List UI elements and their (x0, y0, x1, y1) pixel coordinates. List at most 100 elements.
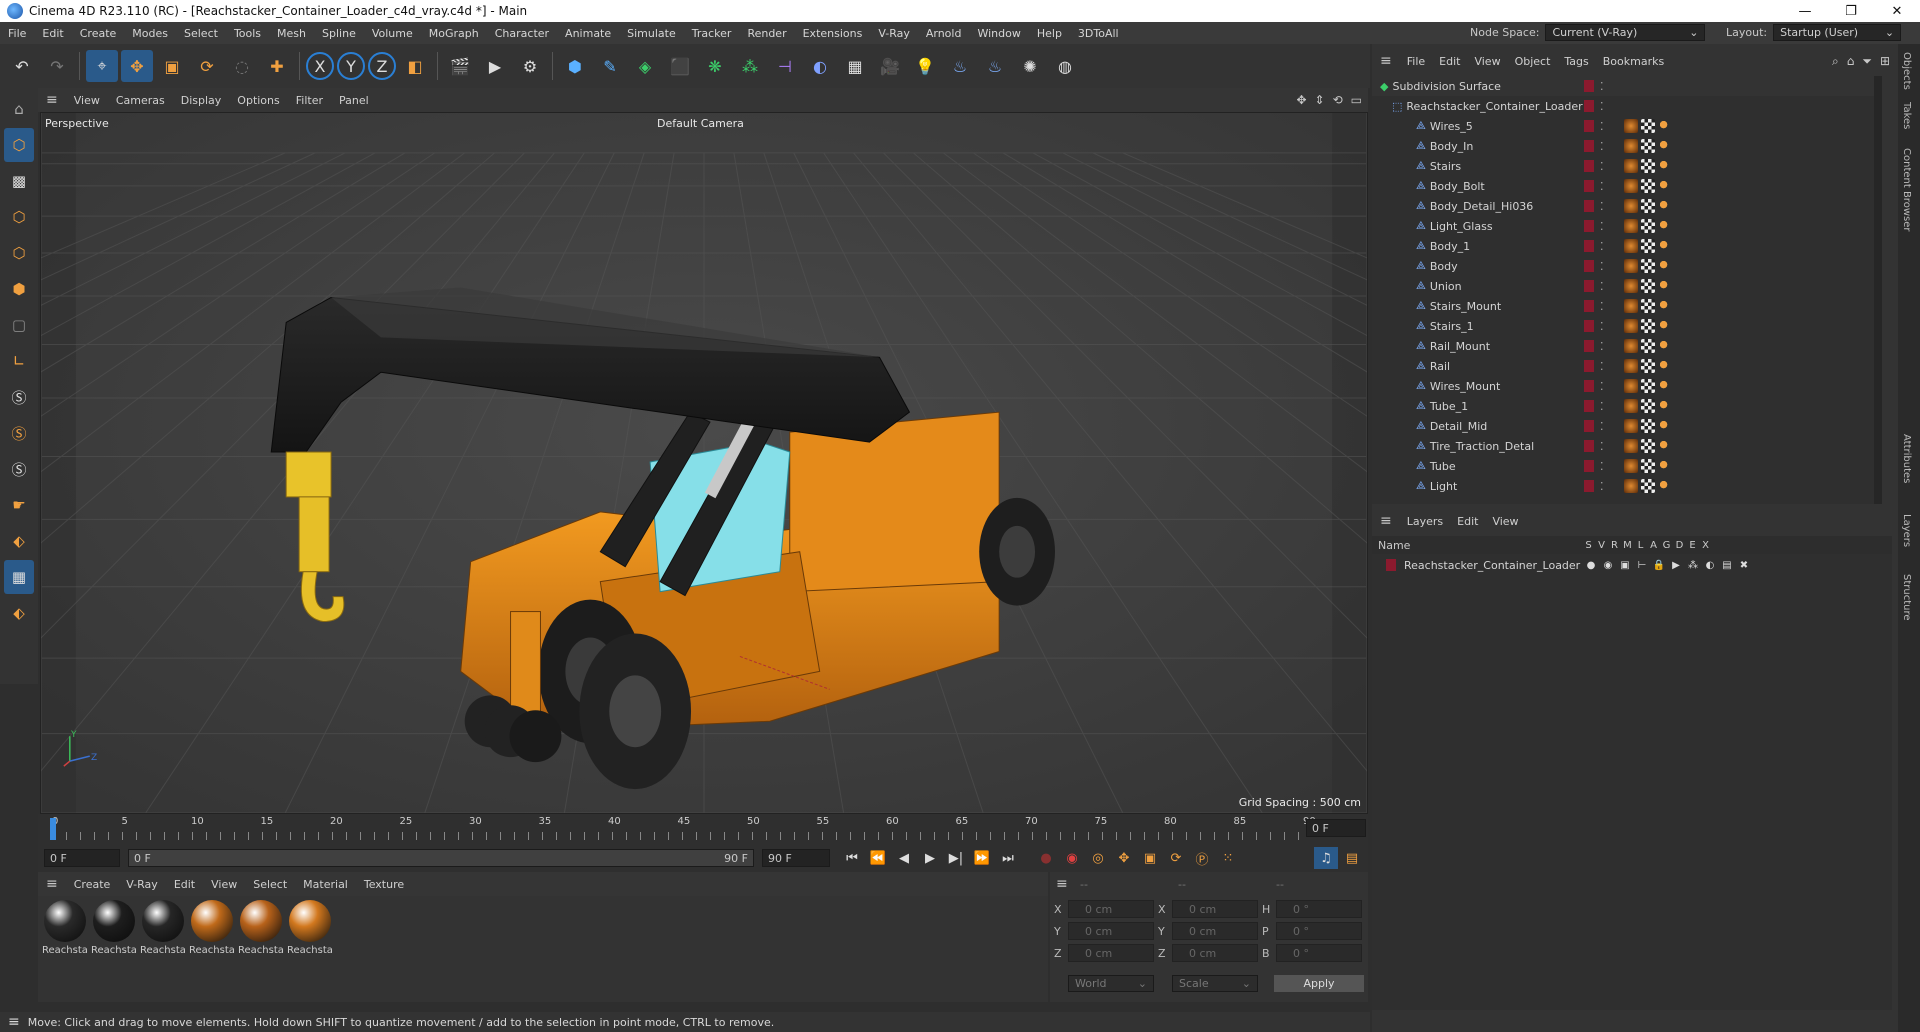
visibility-dots-icon[interactable]: ⁚ (1600, 120, 1604, 133)
python-2-icon[interactable]: ♨ (979, 50, 1011, 82)
vray-tag-icon[interactable] (1658, 379, 1672, 393)
coord-field[interactable]: 0 cm (1172, 900, 1258, 918)
menu-volume[interactable]: Volume (364, 27, 421, 40)
material-tag-icon[interactable] (1624, 479, 1638, 493)
live-selection-icon[interactable]: ⌖ (86, 50, 118, 82)
object-row[interactable]: ⟁ Tire_Traction_Detal ⁚ (1372, 436, 1882, 456)
object-row[interactable]: ⟁ Stairs ⁚ (1372, 156, 1882, 176)
checker-tag-icon[interactable] (1641, 299, 1655, 313)
uv-mode-icon[interactable]: ▢ (4, 308, 34, 342)
material-tag-icon[interactable] (1624, 419, 1638, 433)
object-row[interactable]: ⟁ Tube ⁚ (1372, 456, 1882, 476)
viewport-menu-view[interactable]: View (66, 94, 108, 107)
visibility-dots-icon[interactable]: ⁚ (1600, 220, 1604, 233)
menu-3dtoall[interactable]: 3DToAll (1070, 27, 1127, 40)
new-window-icon[interactable]: ⊞ (1880, 54, 1890, 68)
field-icon[interactable]: ◐ (804, 50, 836, 82)
layer-color-tag[interactable] (1584, 240, 1594, 252)
checker-tag-icon[interactable] (1641, 119, 1655, 133)
object-row[interactable]: ⟁ Union ⁚ (1372, 276, 1882, 296)
object-row[interactable]: ⟁ Light_Glass ⁚ (1372, 216, 1882, 236)
material-tag-icon[interactable] (1624, 459, 1638, 473)
coord-field[interactable]: 0 cm (1068, 922, 1154, 940)
object-row[interactable]: ⟁ Stairs_Mount ⁚ (1372, 296, 1882, 316)
checker-tag-icon[interactable] (1641, 239, 1655, 253)
material-swatch[interactable]: Reachsta (42, 900, 88, 956)
menu-animate[interactable]: Animate (557, 27, 619, 40)
objects-hamburger-icon[interactable]: ≡ (1372, 53, 1400, 69)
layer-flag-icon[interactable]: ▶ (1669, 560, 1683, 571)
objects-menu-edit[interactable]: Edit (1432, 55, 1467, 68)
object-row[interactable]: ⟁ Tube_1 ⁚ (1372, 396, 1882, 416)
material-swatch[interactable]: Reachsta (189, 900, 235, 956)
material-tag-icon[interactable] (1624, 139, 1638, 153)
object-row[interactable]: ⟁ Light ⁚ (1372, 476, 1882, 496)
layer-flag-icon[interactable]: ⁂ (1686, 560, 1700, 571)
pen-icon[interactable]: ✎ (594, 50, 626, 82)
y-axis-icon[interactable]: Y (337, 52, 365, 80)
object-row[interactable]: ⟁ Body_In ⁚ (1372, 136, 1882, 156)
material-tag-icon[interactable] (1624, 359, 1638, 373)
material-tag-icon[interactable] (1624, 219, 1638, 233)
polygons-mode-icon[interactable]: ⬢ (4, 272, 34, 306)
menu-character[interactable]: Character (487, 27, 557, 40)
menu-mesh[interactable]: Mesh (269, 27, 314, 40)
previous-key-icon[interactable]: ⏪ (866, 847, 890, 869)
visibility-dots-icon[interactable]: ⁚ (1600, 460, 1604, 473)
checker-tag-icon[interactable] (1641, 399, 1655, 413)
layer-color-tag[interactable] (1584, 380, 1594, 392)
layer-color-tag[interactable] (1584, 300, 1594, 312)
layer-flag-icon[interactable]: ● (1584, 560, 1598, 571)
visibility-dots-icon[interactable]: ⁚ (1600, 180, 1604, 193)
layout-dropdown[interactable]: Startup (User) ⌄ (1773, 24, 1902, 41)
checker-tag-icon[interactable] (1641, 419, 1655, 433)
layer-color-tag[interactable] (1584, 440, 1594, 452)
layer-color-tag[interactable] (1584, 260, 1594, 272)
go-to-start-icon[interactable]: ⏮ (840, 847, 864, 869)
menu-spline[interactable]: Spline (314, 27, 364, 40)
undo-icon[interactable]: ↶ (6, 50, 38, 82)
viewport-menu-options[interactable]: Options (229, 94, 287, 107)
snap-2-icon[interactable]: Ⓢ (4, 416, 34, 450)
menu-edit[interactable]: Edit (34, 27, 71, 40)
menu-modes[interactable]: Modes (124, 27, 176, 40)
vray-tag-icon[interactable] (1658, 279, 1672, 293)
menu-help[interactable]: Help (1029, 27, 1070, 40)
recent-tool-icon[interactable]: ◌ (226, 50, 258, 82)
viewport-layout-icon[interactable]: ▭ (1351, 93, 1362, 107)
material-tag-icon[interactable] (1624, 239, 1638, 253)
viewport-move-icon[interactable]: ✥ (1296, 93, 1306, 107)
record-icon[interactable]: ● (1034, 847, 1058, 869)
checker-tag-icon[interactable] (1641, 339, 1655, 353)
side-tab[interactable]: Takes (1901, 102, 1912, 129)
z-axis-icon[interactable]: Z (368, 52, 396, 80)
subdivision-icon[interactable]: ◈ (629, 50, 661, 82)
object-row[interactable]: ⬚ Reachstacker_Container_Loader ⁚ (1372, 96, 1882, 116)
vray-tag-icon[interactable] (1658, 339, 1672, 353)
visibility-dots-icon[interactable]: ⁚ (1600, 280, 1604, 293)
visibility-dots-icon[interactable]: ⁚ (1600, 260, 1604, 273)
layer-color-tag[interactable] (1584, 140, 1594, 152)
material-swatch[interactable]: Reachsta (91, 900, 137, 956)
objects-menu-file[interactable]: File (1400, 55, 1432, 68)
object-row[interactable]: ⟁ Body_Bolt ⁚ (1372, 176, 1882, 196)
x-axis-icon[interactable]: X (306, 52, 334, 80)
layer-color-tag[interactable] (1584, 400, 1594, 412)
camera-label[interactable]: Default Camera (657, 117, 744, 130)
layer-color-tag[interactable] (1584, 280, 1594, 292)
vray-tag-icon[interactable] (1658, 459, 1672, 473)
viewport-menu-cameras[interactable]: Cameras (108, 94, 173, 107)
axis-mode-icon[interactable]: ∟ (4, 344, 34, 378)
vray-tag-icon[interactable] (1658, 479, 1672, 493)
visibility-dots-icon[interactable]: ⁚ (1600, 400, 1604, 413)
transform-icon[interactable]: ✚ (261, 50, 293, 82)
layer-color-tag[interactable] (1584, 420, 1594, 432)
layer-flag-icon[interactable]: ◉ (1601, 560, 1615, 571)
material-menu-v-ray[interactable]: V-Ray (118, 878, 166, 891)
start-frame-field[interactable]: 0 F (44, 849, 120, 867)
layer-color-tag[interactable] (1584, 320, 1594, 332)
layer-color-tag[interactable] (1584, 460, 1594, 472)
menu-create[interactable]: Create (72, 27, 125, 40)
coord-field[interactable]: 0 cm (1068, 944, 1154, 962)
material-tag-icon[interactable] (1624, 259, 1638, 273)
